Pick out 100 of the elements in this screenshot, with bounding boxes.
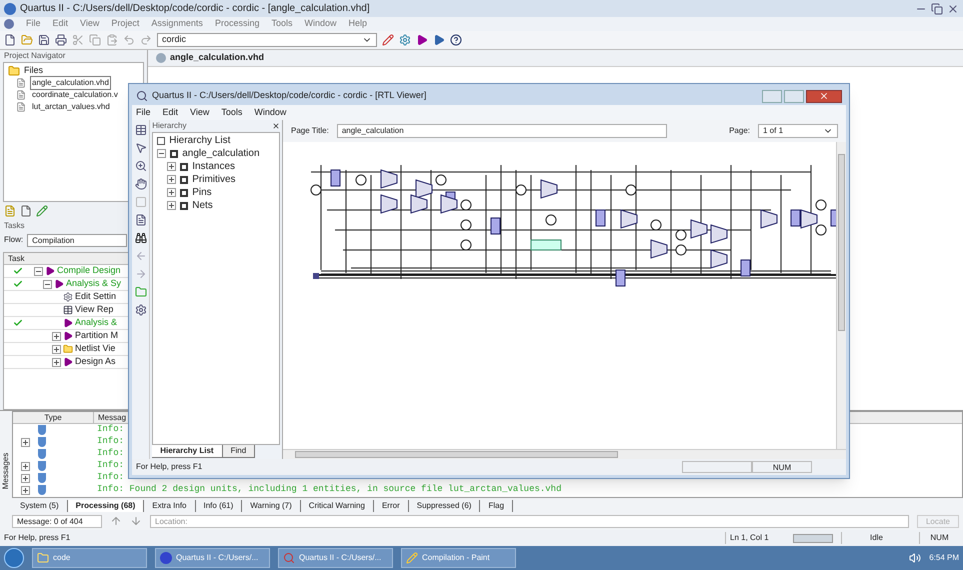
close-button[interactable] bbox=[806, 90, 842, 102]
message-text: Info: bbox=[96, 447, 124, 460]
play-icon[interactable] bbox=[416, 34, 428, 46]
gear-icon[interactable] bbox=[134, 304, 147, 316]
status-state: Idle bbox=[841, 532, 911, 544]
horizontal-scrollbar[interactable] bbox=[283, 449, 846, 459]
message-tab[interactable]: Suppressed (6) bbox=[408, 500, 480, 512]
menu-item[interactable]: Edit bbox=[52, 17, 68, 31]
folder-icon bbox=[8, 65, 20, 77]
column-header[interactable]: Type bbox=[13, 412, 93, 423]
expand-icon[interactable] bbox=[21, 462, 30, 470]
new-file-icon[interactable] bbox=[4, 34, 16, 46]
expand-icon[interactable] bbox=[167, 162, 176, 171]
file-name[interactable]: angle_calculation.vhd bbox=[30, 76, 111, 90]
expand-icon[interactable] bbox=[52, 332, 61, 340]
task-label[interactable]: Analysis & bbox=[75, 316, 118, 330]
zoom-icon[interactable] bbox=[134, 160, 147, 172]
down-arrow-icon[interactable] bbox=[130, 515, 142, 527]
close-icon[interactable] bbox=[272, 122, 280, 130]
task-label[interactable]: Netlist Vie bbox=[75, 342, 116, 356]
task-label[interactable]: Design As bbox=[75, 355, 116, 369]
menu-item[interactable]: Window bbox=[254, 106, 286, 120]
expand-icon[interactable] bbox=[52, 344, 61, 354]
expand-icon[interactable] bbox=[167, 175, 176, 184]
task-label[interactable]: Compile Design bbox=[57, 264, 121, 278]
clock: 6:54 PM bbox=[929, 552, 959, 564]
task-label[interactable]: Partition M bbox=[75, 329, 118, 343]
collapse-icon[interactable] bbox=[34, 266, 43, 276]
folder-label[interactable]: Files bbox=[24, 64, 44, 78]
pointer-icon[interactable] bbox=[134, 142, 147, 154]
save-icon[interactable] bbox=[38, 34, 50, 46]
design-units-tab-icon[interactable] bbox=[36, 205, 48, 217]
menu-item[interactable]: File bbox=[136, 106, 151, 120]
tree-item[interactable]: Pins bbox=[192, 185, 212, 200]
file-name[interactable]: lut_arctan_values.vhd bbox=[30, 100, 112, 114]
expand-icon[interactable] bbox=[21, 486, 30, 494]
menu-item[interactable]: Project bbox=[111, 17, 140, 31]
expand-icon[interactable] bbox=[21, 438, 30, 446]
tree-item[interactable]: Hierarchy List bbox=[169, 133, 230, 148]
message-tab[interactable]: Error bbox=[374, 500, 409, 512]
menu-item[interactable]: Tools bbox=[221, 106, 242, 120]
window-title: Quartus II - C:/Users/dell/Desktop/code/cordic - cordic - [angle_calculation.vhd] bbox=[20, 2, 370, 16]
expand-icon[interactable] bbox=[52, 358, 61, 366]
task-label[interactable]: Edit Settin bbox=[75, 290, 116, 304]
folder-icon[interactable] bbox=[134, 286, 147, 298]
up-arrow-icon[interactable] bbox=[110, 515, 122, 527]
page-title-label: Page Title: bbox=[291, 125, 329, 137]
message-tab[interactable]: Info (61) bbox=[196, 500, 242, 512]
task-label[interactable]: Analysis & Sy bbox=[66, 277, 122, 291]
message-tab[interactable]: Critical Warning bbox=[300, 500, 374, 512]
gear-icon[interactable] bbox=[399, 34, 411, 46]
menu-item[interactable]: View bbox=[80, 17, 100, 31]
menu-item[interactable]: Edit bbox=[162, 106, 178, 120]
flow-combo[interactable]: Compilation bbox=[27, 234, 128, 246]
collapse-icon[interactable] bbox=[43, 280, 52, 288]
menu-item[interactable]: File bbox=[26, 17, 41, 31]
panel-title: Tasks bbox=[3, 220, 26, 232]
file-name[interactable]: coordinate_calculation.v bbox=[30, 88, 120, 102]
location-field[interactable]: Location: bbox=[150, 514, 909, 528]
file-icon bbox=[16, 78, 26, 88]
page-select[interactable]: 1 of 1 bbox=[758, 124, 838, 138]
status-field bbox=[682, 461, 752, 473]
message-tab[interactable]: Warning (7) bbox=[242, 500, 301, 512]
binoculars-icon[interactable] bbox=[134, 232, 147, 244]
collapse-icon[interactable] bbox=[157, 149, 166, 158]
expand-icon[interactable] bbox=[21, 474, 30, 482]
message-tab[interactable]: Processing (68) bbox=[68, 500, 144, 512]
hand-icon[interactable] bbox=[134, 178, 147, 190]
speaker-icon[interactable] bbox=[909, 552, 922, 564]
task-label[interactable]: View Rep bbox=[75, 303, 114, 317]
menu-item[interactable]: Window bbox=[304, 17, 336, 31]
panel-tab[interactable]: Find bbox=[222, 445, 256, 458]
message-tab[interactable]: Extra Info bbox=[144, 500, 196, 512]
magnifier-icon[interactable] bbox=[136, 90, 148, 102]
menu-item[interactable]: Assignments bbox=[151, 17, 203, 31]
expand-icon[interactable] bbox=[167, 188, 176, 197]
menu-item[interactable]: Help bbox=[348, 17, 368, 31]
message-tab[interactable]: Flag bbox=[480, 500, 514, 512]
panel-icon[interactable] bbox=[134, 124, 147, 136]
tree-item[interactable]: Instances bbox=[192, 159, 236, 174]
pencil-icon[interactable] bbox=[382, 34, 394, 46]
vertical-scrollbar[interactable] bbox=[836, 142, 846, 449]
files-tab-icon[interactable] bbox=[20, 205, 32, 217]
panel-tab[interactable]: Hierarchy List bbox=[152, 445, 223, 458]
project-combo[interactable]: cordic bbox=[157, 33, 377, 47]
page-title-field[interactable]: angle_calculation bbox=[336, 124, 667, 138]
tree-item[interactable]: angle_calculation bbox=[182, 146, 260, 161]
help-icon[interactable] bbox=[450, 34, 462, 46]
editor-tab[interactable]: angle_calculation.vhd bbox=[170, 51, 264, 65]
expand-icon[interactable] bbox=[167, 201, 176, 210]
tree-item[interactable]: Primitives bbox=[192, 172, 236, 187]
menu-item[interactable]: Tools bbox=[271, 17, 292, 31]
menu-item[interactable]: View bbox=[190, 106, 210, 120]
play-icon[interactable] bbox=[433, 34, 445, 46]
page-icon[interactable] bbox=[134, 214, 147, 226]
printer-icon[interactable] bbox=[55, 34, 67, 46]
restore-icon[interactable] bbox=[931, 2, 943, 14]
start-button[interactable] bbox=[4, 548, 24, 568]
menu-item[interactable]: Processing bbox=[214, 17, 260, 31]
tree-item[interactable]: Nets bbox=[192, 198, 213, 213]
